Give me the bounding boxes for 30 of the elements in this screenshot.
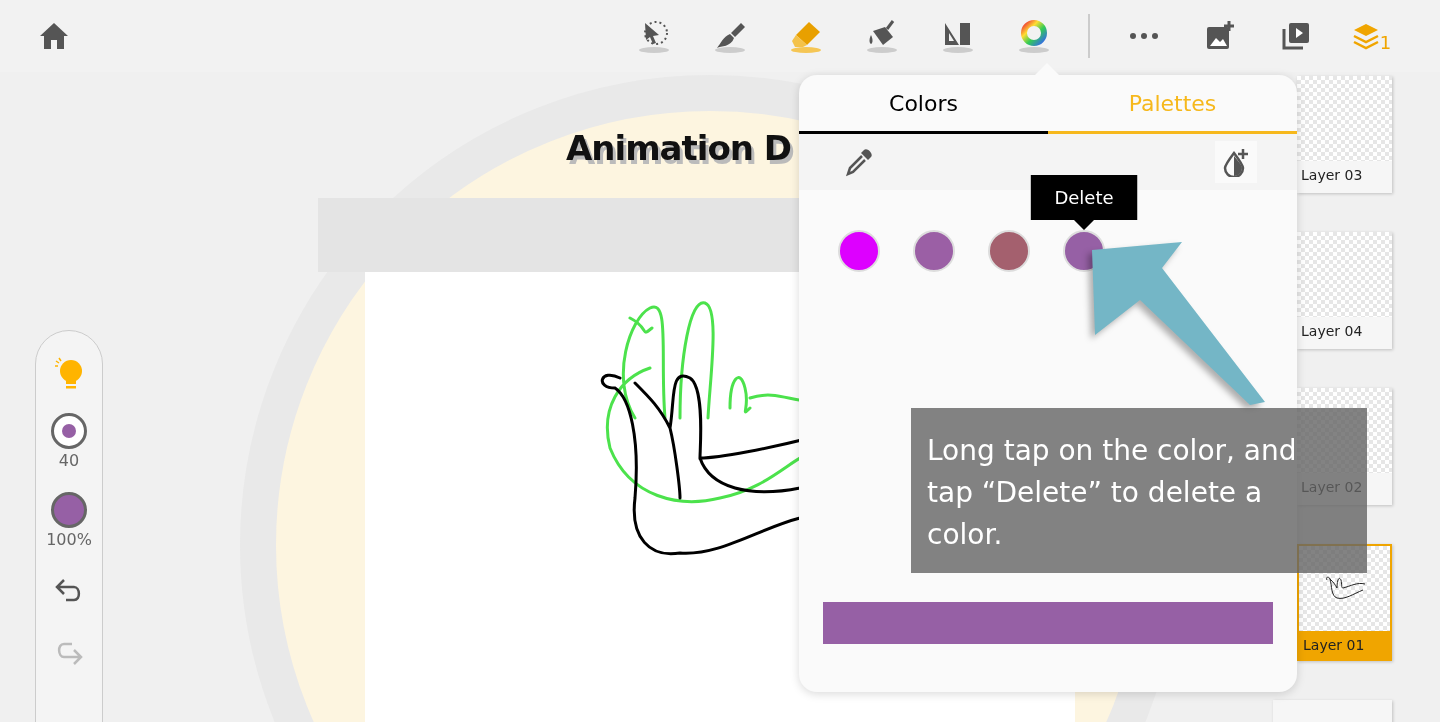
home-button[interactable]	[38, 21, 70, 51]
layer-name: Layer 04	[1300, 322, 1364, 341]
color-swatch[interactable]	[838, 230, 880, 272]
opacity-value: 100%	[46, 530, 92, 549]
color-swatch[interactable]	[988, 230, 1030, 272]
brush-size-icon[interactable]	[51, 413, 87, 449]
eraser-icon	[789, 19, 823, 53]
home-icon	[38, 21, 70, 51]
color-opacity-icon[interactable]	[51, 492, 87, 528]
more-icon	[1127, 31, 1161, 41]
eyedropper-button[interactable]	[844, 147, 874, 177]
layer-card[interactable]: Layer 04	[1297, 232, 1392, 349]
delete-tooltip[interactable]: Delete	[1030, 175, 1138, 230]
layer-name: Layer 03	[1300, 166, 1364, 185]
lasso-arrow-icon	[637, 19, 671, 53]
paint-bucket-icon	[865, 19, 899, 53]
layer-count: 1	[1379, 32, 1392, 53]
add-image-icon	[1205, 21, 1235, 51]
layers-icon	[1352, 22, 1379, 50]
add-color-button[interactable]	[1215, 141, 1257, 183]
logo-text: Animation D	[566, 128, 792, 168]
layer-card[interactable]: Layer 03	[1297, 76, 1392, 193]
brush-size-value: 40	[58, 451, 80, 470]
add-color-icon	[1222, 147, 1250, 177]
color-swatch[interactable]	[913, 230, 955, 272]
play-icon	[1281, 21, 1311, 51]
layer-name: Layer 01	[1299, 631, 1390, 659]
lightbulb-icon	[54, 357, 84, 391]
eyedropper-icon	[844, 147, 874, 177]
color-wheel-icon	[1017, 19, 1051, 53]
